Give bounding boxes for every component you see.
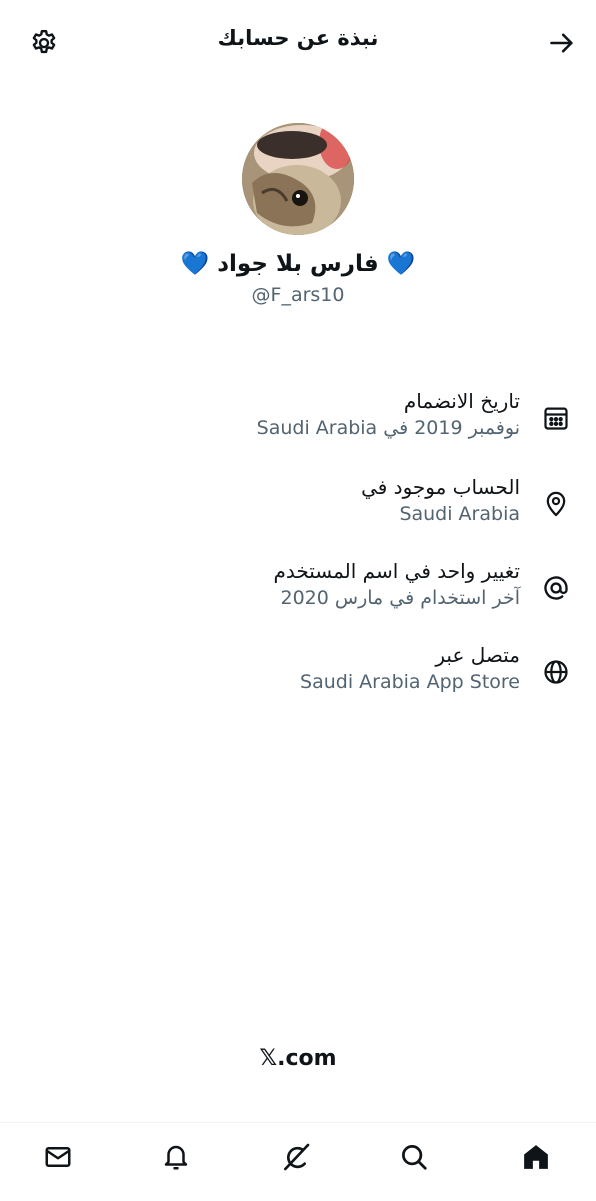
info-value: Saudi Arabia App Store [300, 671, 520, 693]
info-value: Saudi Arabia [399, 503, 520, 525]
display-name: 💙 فارس بلا جواد 💙 [0, 250, 596, 277]
display-name-text: فارس بلا جواد [217, 251, 379, 277]
page-title: نبذة عن حسابك [217, 26, 379, 50]
info-row-connected-via: متصل عبر Saudi Arabia App Store [0, 642, 596, 712]
grok-icon [284, 1143, 310, 1171]
info-label: تغيير واحد في اسم المستخدم [273, 559, 520, 583]
info-value: نوفمبر 2019 في Saudi Arabia [256, 417, 520, 439]
notifications-icon [164, 1145, 188, 1170]
at-sign-icon [540, 572, 572, 604]
info-label: متصل عبر [435, 643, 520, 667]
info-label: الحساب موجود في [361, 475, 520, 499]
blue-heart-emoji: 💙 [386, 251, 416, 277]
nav-search[interactable] [394, 1137, 434, 1177]
messages-icon [45, 1147, 71, 1167]
info-row-joined: تاريخ الانضمام نوفمبر 2019 في Saudi Arab… [0, 388, 596, 458]
top-bar: نبذة عن حسابك [0, 0, 596, 88]
search-icon [402, 1145, 427, 1170]
user-handle: @F_ars10 [251, 284, 345, 306]
info-row-location: الحساب موجود في Saudi Arabia [0, 474, 596, 544]
calendar-icon [540, 402, 572, 434]
globe-icon [540, 656, 572, 688]
home-icon [524, 1145, 548, 1169]
info-row-username-changes: تغيير واحد في اسم المستخدم آخر استخدام ف… [0, 558, 596, 628]
nav-notifications[interactable] [156, 1137, 196, 1177]
arrow-right-icon [550, 33, 573, 53]
nav-messages[interactable] [38, 1137, 78, 1177]
info-label: تاريخ الانضمام [403, 389, 520, 413]
info-value: آخر استخدام في مارس 2020 [280, 587, 521, 609]
avatar-photo [242, 123, 354, 235]
nav-home[interactable] [516, 1137, 556, 1177]
blue-heart-emoji: 💙 [180, 251, 210, 277]
location-pin-icon [540, 488, 572, 520]
bottom-nav [0, 1122, 596, 1201]
nav-grok[interactable] [276, 1137, 316, 1177]
x-com-link[interactable]: 𝕏.com [0, 1046, 596, 1071]
back-button[interactable] [542, 23, 582, 63]
avatar[interactable] [242, 123, 354, 235]
